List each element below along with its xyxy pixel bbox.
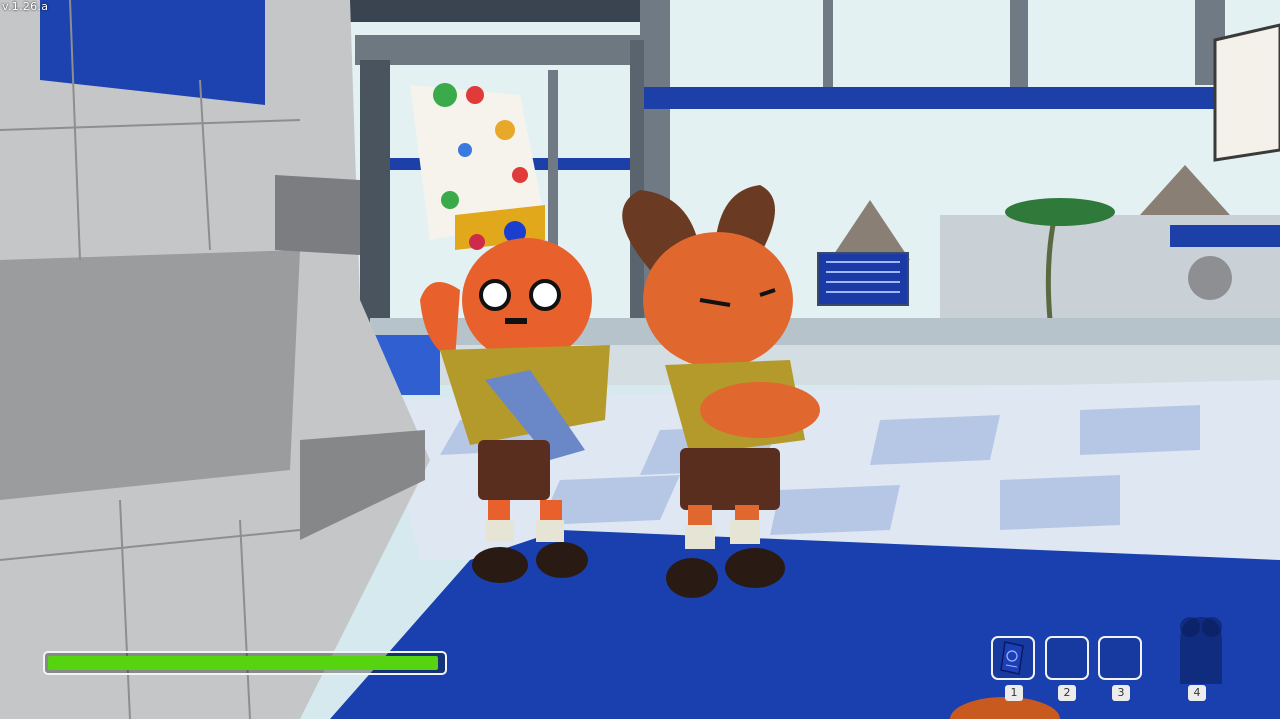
health-bar xyxy=(43,651,447,675)
gate-sign xyxy=(1170,225,1280,247)
version-label: v.1.26.a xyxy=(2,0,49,13)
blue-rail xyxy=(640,87,1220,109)
ceiling-panel xyxy=(355,35,640,65)
inventory-slot-3[interactable] xyxy=(1098,636,1142,680)
slot-key-2: 2 xyxy=(1058,685,1076,701)
slot-key-4: 4 xyxy=(1188,685,1206,701)
passport-icon xyxy=(1000,641,1024,675)
ceiling-beam xyxy=(350,0,640,22)
game-viewport xyxy=(0,0,1280,719)
hanging-sign xyxy=(1213,23,1280,162)
slot-key-3: 3 xyxy=(1112,685,1130,701)
departure-board xyxy=(817,252,909,306)
inventory-slot-1[interactable] xyxy=(991,636,1035,680)
locked-slot-icon[interactable] xyxy=(1170,612,1232,684)
inventory-slot-2[interactable] xyxy=(1045,636,1089,680)
health-bar-fill xyxy=(48,656,439,670)
slot-key-1: 1 xyxy=(1005,685,1023,701)
